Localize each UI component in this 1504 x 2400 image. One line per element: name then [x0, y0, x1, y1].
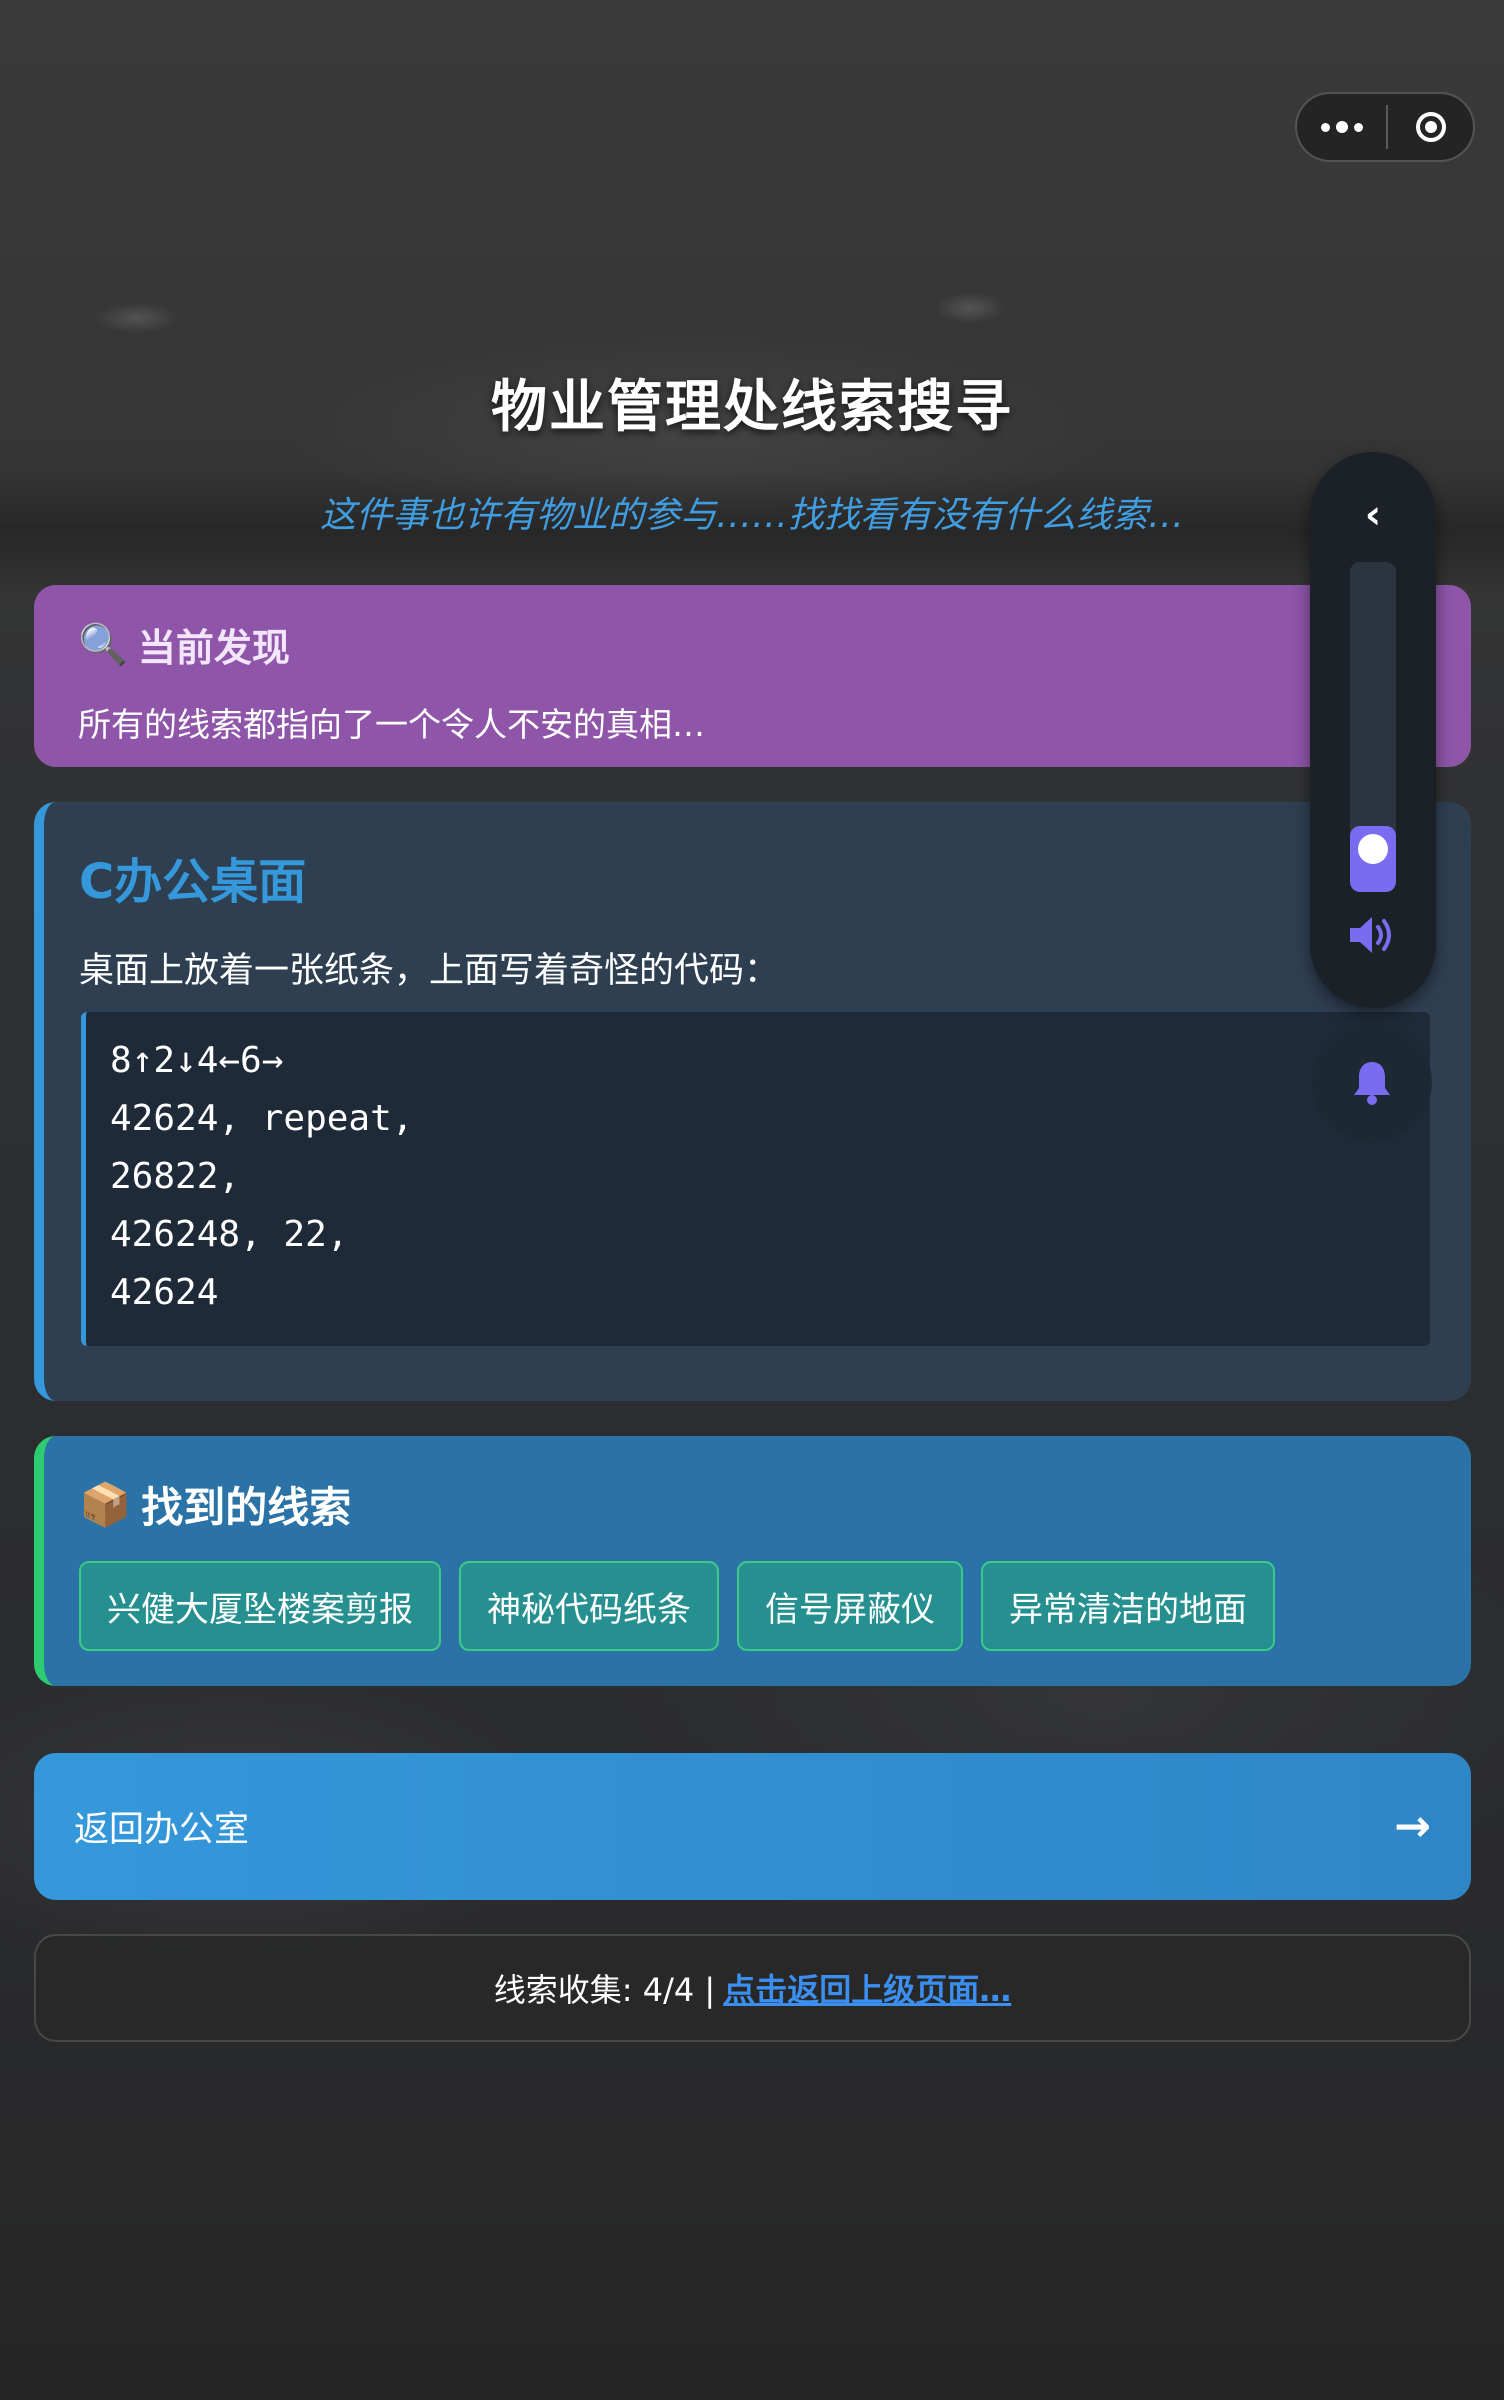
- clue-tag[interactable]: 兴健大厦坠楼案剪报: [79, 1561, 441, 1651]
- clue-tag[interactable]: 神秘代码纸条: [459, 1561, 719, 1651]
- page-subtitle: 这件事也许有物业的参与……找找看有没有什么线索…: [319, 495, 1184, 536]
- return-office-label: 返回办公室: [74, 1810, 250, 1850]
- code-line: 42624: [110, 1272, 219, 1313]
- desk-title: C办公桌面: [79, 854, 307, 910]
- chevron-left-icon[interactable]: ‹: [1310, 492, 1436, 538]
- speaker-icon[interactable]: [1348, 912, 1400, 958]
- code-line: 426248, 22,: [110, 1214, 349, 1255]
- clues-title: 找到的线索: [141, 1483, 352, 1532]
- clue-tag[interactable]: 信号屏蔽仪: [737, 1561, 963, 1651]
- more-icon[interactable]: [1297, 94, 1386, 160]
- magnifier-icon: 🔍: [78, 622, 128, 668]
- close-icon[interactable]: [1388, 94, 1473, 160]
- bell-icon[interactable]: [1312, 1022, 1432, 1142]
- code-line: 26822,: [110, 1156, 241, 1197]
- package-icon: 📦: [79, 1479, 132, 1529]
- desk-description: 桌面上放着一张纸条，上面写着奇怪的代码：: [79, 951, 780, 991]
- volume-knob[interactable]: [1358, 834, 1388, 864]
- clue-tag-list: 兴健大厦坠楼案剪报 神秘代码纸条 信号屏蔽仪 异常清洁的地面: [79, 1561, 1437, 1651]
- arrow-right-icon: →: [1394, 1801, 1431, 1852]
- volume-slider[interactable]: [1350, 562, 1396, 892]
- return-office-button[interactable]: 返回办公室 →: [34, 1753, 1471, 1900]
- found-clues-card: 📦 找到的线索 兴健大厦坠楼案剪报 神秘代码纸条 信号屏蔽仪 异常清洁的地面: [34, 1436, 1471, 1686]
- clue-tag[interactable]: 异常清洁的地面: [981, 1561, 1275, 1651]
- desk-card: C办公桌面 桌面上放着一张纸条，上面写着奇怪的代码： 8↑2↓4←6→ 4262…: [34, 802, 1471, 1401]
- page-title: 物业管理处线索搜寻: [491, 375, 1013, 440]
- back-to-parent-link[interactable]: 点击返回上级页面…: [723, 1965, 1011, 2011]
- discovery-text: 所有的线索都指向了一个令人不安的真相…: [78, 705, 705, 744]
- code-line: 42624, repeat,: [110, 1098, 414, 1139]
- clue-progress-footer: 线索收集: 4/4 | 点击返回上级页面…: [34, 1934, 1471, 2042]
- discovery-title: 当前发现: [137, 626, 290, 670]
- code-block: 8↑2↓4←6→ 42624, repeat, 26822, 426248, 2…: [81, 1012, 1430, 1346]
- mini-program-capsule: [1295, 92, 1475, 162]
- code-line: 8↑2↓4←6→: [110, 1040, 284, 1081]
- volume-control: ‹: [1310, 452, 1436, 1008]
- clue-progress-text: 线索收集: 4/4 |: [493, 1971, 716, 2009]
- current-discovery-card: 🔍 当前发现 所有的线索都指向了一个令人不安的真相…: [34, 585, 1471, 767]
